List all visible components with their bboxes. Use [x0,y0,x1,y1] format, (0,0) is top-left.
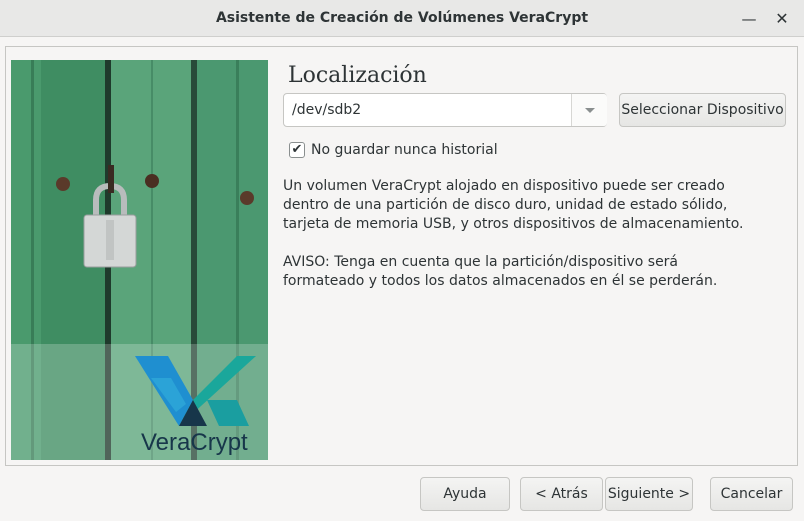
next-button[interactable]: Siguiente > [605,477,693,511]
never-save-history-checkbox[interactable]: ✔ [289,142,305,158]
logo-text: VeraCrypt [141,429,248,456]
checkmark-icon: ✔ [291,142,303,157]
wizard-banner-image: VeraCrypt [11,60,268,460]
help-button[interactable]: Ayuda [420,477,510,511]
close-icon[interactable]: ✕ [771,8,793,30]
device-path-input[interactable] [284,94,571,126]
back-button[interactable]: < Atrás [520,477,603,511]
title-bar: Asistente de Creación de Volúmenes VeraC… [0,0,804,37]
chevron-down-icon [585,108,595,113]
select-device-button[interactable]: Seleccionar Dispositivo [619,93,786,127]
window-title: Asistente de Creación de Volúmenes VeraC… [215,10,589,26]
device-path-combo[interactable] [283,93,607,127]
never-save-history-label[interactable]: No guardar nunca historial [311,141,498,159]
warning-text: AVISO: Tenga en cuenta que la partición/… [283,254,718,289]
page-title: Localización [288,63,427,88]
cancel-button[interactable]: Cancelar [710,477,793,511]
minimize-icon[interactable]: — [738,8,760,30]
info-text-area: Un volumen VeraCrypt alojado en disposit… [283,177,763,291]
volume-info-text: Un volumen VeraCrypt alojado en disposit… [283,178,744,232]
device-history-dropdown-button[interactable] [571,94,607,126]
